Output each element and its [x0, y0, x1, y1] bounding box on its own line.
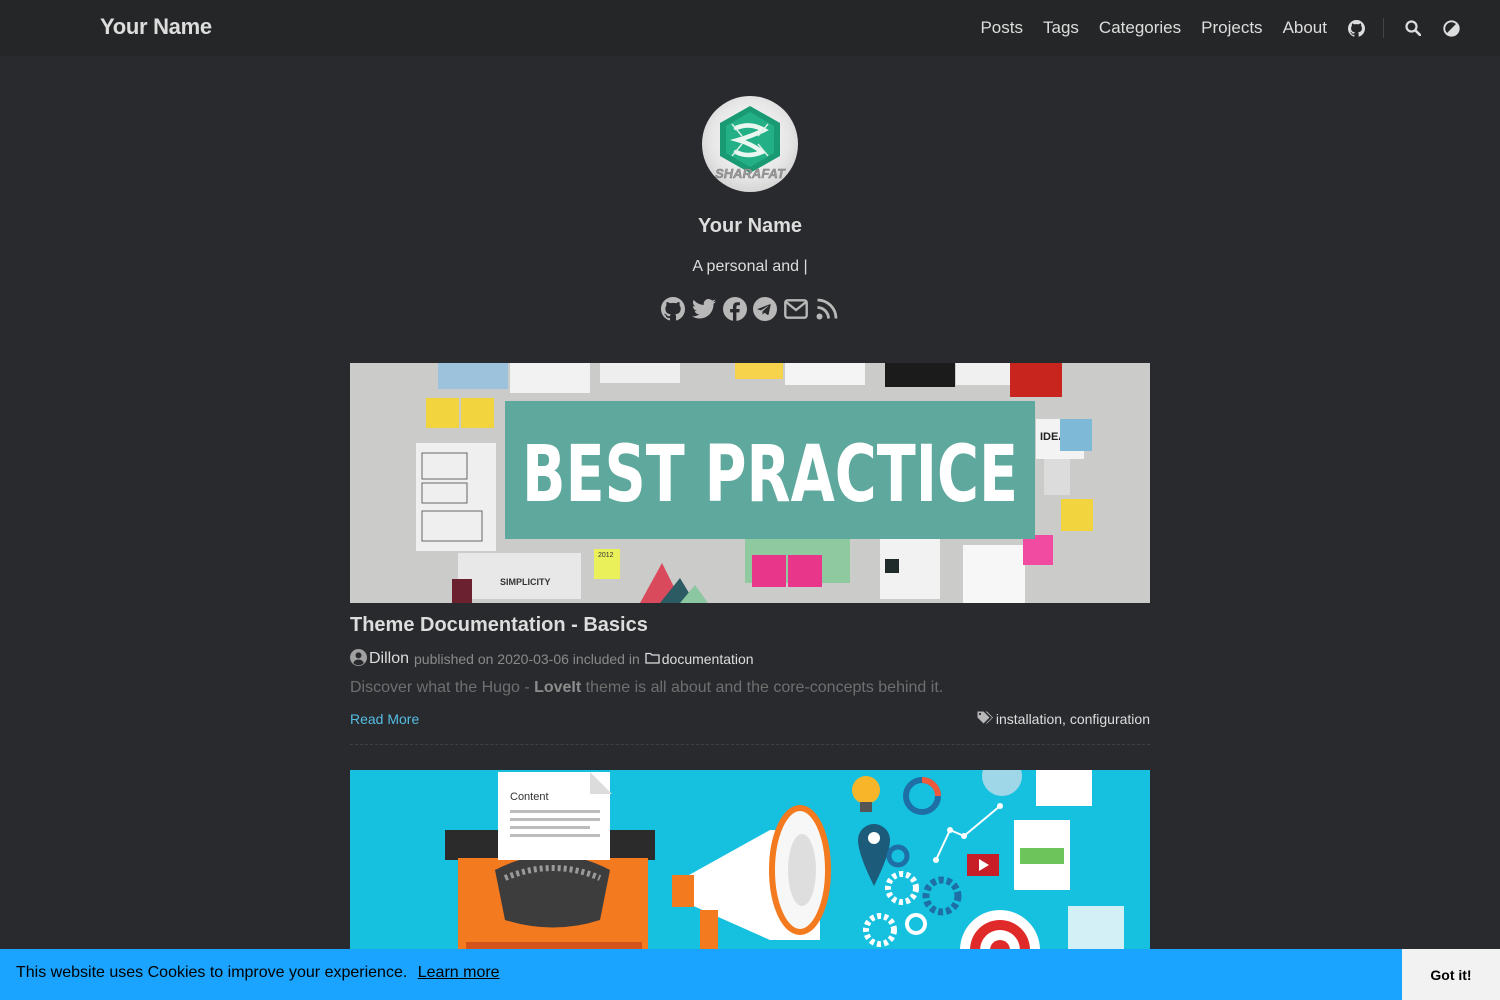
- sharafat-logo: SHARAFAT: [715, 106, 786, 181]
- summary-text: Discover what the Hugo -: [350, 679, 535, 696]
- post-published: published on 2020-03-06 included in: [414, 651, 640, 667]
- site-title[interactable]: Your Name: [100, 14, 212, 40]
- read-more-link[interactable]: Read More: [350, 711, 419, 727]
- cookie-message-wrap: This website uses Cookies to improve you…: [16, 964, 500, 982]
- image-banner-text: BEST PRACTICE: [522, 430, 1018, 520]
- github-icon[interactable]: [1347, 19, 1365, 37]
- rss-icon[interactable]: [814, 296, 840, 322]
- social-links: [660, 296, 840, 322]
- summary-text-end: theme is all about and the core-concepts…: [581, 679, 944, 696]
- post-meta: Dillon published on 2020-03-06 included …: [350, 649, 754, 669]
- post-featured-image[interactable]: Content: [350, 770, 1150, 950]
- tag-item[interactable]: configuration: [1070, 711, 1150, 727]
- site-header: Your Name Posts Tags Categories Projects…: [0, 0, 1500, 56]
- post-featured-image[interactable]: SIMPLICITY 2012 IDEA BEST PRACTICE: [350, 363, 1150, 603]
- tags-icon: [977, 711, 993, 727]
- post-category[interactable]: documentation: [662, 651, 754, 667]
- tag-separator: ,: [1062, 711, 1070, 727]
- post-author[interactable]: Dillon: [369, 650, 409, 668]
- nav-tags[interactable]: Tags: [1043, 18, 1079, 38]
- theme-toggle-icon[interactable]: [1442, 19, 1460, 37]
- post-summary: Discover what the Hugo - LoveIt theme is…: [350, 679, 943, 697]
- main-nav: Posts Tags Categories Projects About: [960, 0, 1460, 56]
- nav-divider: [1383, 18, 1384, 38]
- post-title[interactable]: Theme Documentation - Basics: [350, 614, 648, 637]
- post-tags: installation, configuration: [977, 711, 1150, 727]
- github-icon[interactable]: [660, 296, 686, 322]
- tag-item[interactable]: installation: [996, 711, 1062, 727]
- twitter-icon[interactable]: [691, 296, 717, 322]
- image-text-simplicity: SIMPLICITY: [500, 577, 551, 587]
- user-icon: [350, 649, 367, 669]
- email-icon[interactable]: [783, 296, 809, 322]
- avatar: SHARAFAT: [702, 96, 798, 192]
- nav-posts[interactable]: Posts: [980, 18, 1023, 38]
- cookie-message: This website uses Cookies to improve you…: [16, 964, 408, 981]
- telegram-icon[interactable]: [752, 296, 778, 322]
- cookie-learn-more-link[interactable]: Learn more: [418, 964, 500, 981]
- image-content-label: Content: [510, 791, 549, 803]
- profile-name: Your Name: [697, 215, 803, 237]
- cookie-accept-button[interactable]: Got it!: [1402, 949, 1500, 1000]
- summary-bold: LoveIt: [534, 679, 582, 696]
- nav-about[interactable]: About: [1283, 18, 1327, 38]
- nav-projects[interactable]: Projects: [1201, 18, 1262, 38]
- facebook-icon[interactable]: [722, 296, 748, 322]
- avatar-text: SHARAFAT: [715, 166, 786, 181]
- image-text-year: 2012: [598, 552, 614, 559]
- nav-categories[interactable]: Categories: [1099, 18, 1181, 38]
- profile-subtitle: A personal and |: [692, 258, 808, 275]
- cookie-banner: This website uses Cookies to improve you…: [0, 949, 1500, 1000]
- folder-icon: [645, 651, 660, 667]
- post-divider: [350, 744, 1150, 745]
- search-icon[interactable]: [1404, 19, 1422, 37]
